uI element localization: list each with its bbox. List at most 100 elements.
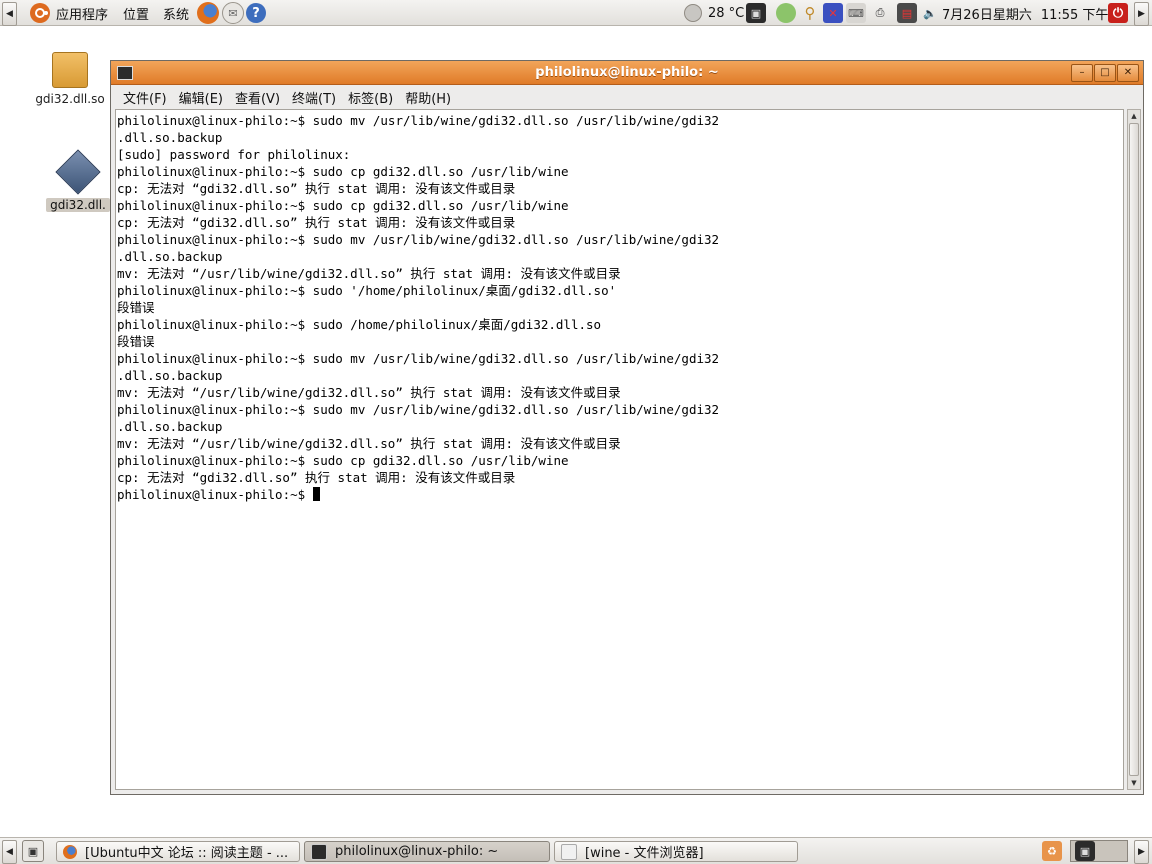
menu-terminal[interactable]: 终端(T): [286, 88, 342, 107]
terminal-line: philolinux@linux-philo:~$ sudo mv /usr/l…: [117, 351, 720, 366]
desktop-icon-gdi32-exe[interactable]: gdi32.dll.: [46, 149, 110, 212]
temperature-label: 28 °C: [708, 5, 745, 21]
scroll-up-arrow-icon[interactable]: ▲: [1128, 110, 1140, 122]
terminal-line: 段错误: [117, 334, 155, 349]
search-icon: ⚲: [804, 4, 816, 22]
show-desktop-button[interactable]: ▣: [22, 838, 44, 864]
show-desktop-icon: ▣: [22, 840, 44, 862]
terminal-line: 段错误: [117, 300, 155, 315]
system-monitor-icon: ▤: [897, 3, 917, 23]
menu-tabs[interactable]: 标签(B): [342, 88, 399, 107]
volume-tray[interactable]: 🔈: [920, 0, 940, 26]
terminal-line: .dll.so.backup: [117, 419, 223, 434]
ubuntu-logo-icon: [30, 3, 50, 23]
menu-view[interactable]: 查看(V): [229, 88, 286, 107]
printer-icon: ⎙: [875, 6, 885, 19]
menu-edit[interactable]: 编辑(E): [173, 88, 229, 107]
clock-applet[interactable]: 7月26日星期六 11:55 下午: [942, 0, 1108, 26]
terminal-icon: [311, 843, 327, 860]
terminal-line: cp: 无法对 “gdi32.dll.so” 执行 stat 调用: 没有该文件…: [117, 470, 516, 485]
applications-menu-label: 应用程序: [56, 7, 109, 23]
terminal-output[interactable]: philolinux@linux-philo:~$ sudo mv /usr/l…: [115, 109, 1124, 790]
time-label: 11:55 下午: [1040, 7, 1109, 23]
system-menu-label: 系统: [163, 7, 190, 23]
terminal-line: philolinux@linux-philo:~$ sudo '/home/ph…: [117, 283, 617, 298]
terminal-line: philolinux@linux-philo:~$ sudo mv /usr/l…: [117, 232, 720, 247]
taskbar-item-label: philolinux@linux-philo: ~: [335, 844, 499, 859]
app-icon: ✕: [823, 3, 843, 23]
shutdown-button[interactable]: ⏻: [1108, 0, 1128, 26]
places-menu-label: 位置: [123, 7, 150, 23]
top-panel: ◀ 应用程序 位置 系统 ✉ ? 28 °C ▣ ⚲ ✕ ⌨ ⎙ ▤ 🔈 7月2…: [0, 0, 1152, 26]
keyboard-icon: ⌨: [846, 3, 866, 23]
monitor-tray[interactable]: ▤: [897, 0, 917, 26]
taskbar-item-terminal[interactable]: philolinux@linux-philo: ~: [304, 841, 550, 862]
scrollbar-thumb[interactable]: [1129, 123, 1139, 776]
window-titlebar[interactable]: philolinux@linux-philo: ~ – □ ✕: [111, 61, 1143, 85]
panel-scroll-right-button[interactable]: ▶: [1134, 2, 1149, 26]
network-tray[interactable]: [776, 0, 796, 26]
terminal-line: mv: 无法对 “/usr/lib/wine/gdi32.dll.so” 执行 …: [117, 385, 621, 400]
terminal-text: philolinux@linux-philo:~$ sudo mv /usr/l…: [116, 110, 1123, 503]
weather-icon: [684, 4, 702, 22]
date-label: 7月26日星期六: [942, 7, 1032, 23]
taskbar-item-file-browser[interactable]: [wine - 文件浏览器]: [554, 841, 798, 862]
scroll-down-arrow-icon[interactable]: ▼: [1128, 777, 1140, 789]
search-tray[interactable]: ⚲: [800, 0, 820, 26]
mail-icon: ✉: [222, 2, 244, 24]
terminal-tray[interactable]: ▣: [746, 0, 766, 26]
keyboard-tray[interactable]: ⌨: [846, 0, 866, 26]
workspace-window-icon: ▣: [1075, 841, 1095, 861]
executable-icon: [55, 149, 101, 195]
help-launcher[interactable]: ?: [246, 0, 266, 26]
window-menubar: 文件(F) 编辑(E) 查看(V) 终端(T) 标签(B) 帮助(H): [111, 85, 1143, 109]
firefox-icon: [63, 844, 77, 859]
applications-menu[interactable]: 应用程序: [30, 0, 108, 26]
taskbar-scroll-left-button[interactable]: ◀: [2, 840, 17, 864]
system-menu[interactable]: 系统: [163, 0, 189, 26]
terminal-line: mv: 无法对 “/usr/lib/wine/gdi32.dll.so” 执行 …: [117, 436, 621, 451]
workspace-switcher[interactable]: ▣: [1070, 838, 1128, 864]
terminal-scrollbar[interactable]: ▲ ▼: [1127, 109, 1141, 790]
terminal-line: philolinux@linux-philo:~$ sudo cp gdi32.…: [117, 164, 569, 179]
terminal-line: cp: 无法对 “gdi32.dll.so” 执行 stat 调用: 没有该文件…: [117, 181, 516, 196]
terminal-line: .dll.so.backup: [117, 249, 223, 264]
close-button[interactable]: ✕: [1117, 64, 1139, 82]
panel-scroll-left-button[interactable]: ◀: [2, 2, 17, 26]
app-tray[interactable]: ✕: [823, 0, 843, 26]
network-icon: [776, 3, 796, 23]
package-icon: [52, 52, 88, 88]
desktop-icon-gdi32-so[interactable]: gdi32.dll.so: [32, 52, 108, 106]
desktop-icon-label: gdi32.dll.so: [35, 92, 105, 106]
taskbar-item-browser[interactable]: [Ubuntu中文 论坛 :: 阅读主题 - ...: [56, 841, 300, 862]
window-title: philolinux@linux-philo: ~: [535, 65, 719, 80]
firefox-icon: [197, 2, 219, 24]
desktop-icon-label: gdi32.dll.: [46, 198, 110, 212]
terminal-line: philolinux@linux-philo:~$ sudo cp gdi32.…: [117, 453, 569, 468]
terminal-prompt: philolinux@linux-philo:~$: [117, 487, 313, 502]
trash-icon: ♻: [1042, 841, 1062, 861]
terminal-line: philolinux@linux-philo:~$ sudo mv /usr/l…: [117, 402, 720, 417]
workspace-switcher-panel: ▣: [1070, 840, 1128, 862]
power-icon: ⏻: [1108, 3, 1128, 23]
maximize-button[interactable]: □: [1094, 64, 1116, 82]
terminal-prompt-line: philolinux@linux-philo:~$: [117, 486, 1123, 503]
terminal-line: philolinux@linux-philo:~$ sudo mv /usr/l…: [117, 113, 720, 128]
firefox-launcher[interactable]: [197, 0, 219, 26]
terminal-line: .dll.so.backup: [117, 130, 223, 145]
terminal-line: philolinux@linux-philo:~$ sudo /home/phi…: [117, 317, 602, 332]
weather-applet[interactable]: 28 °C: [684, 0, 744, 26]
places-menu[interactable]: 位置: [123, 0, 149, 26]
printer-tray[interactable]: ⎙: [870, 0, 890, 26]
terminal-line: .dll.so.backup: [117, 368, 223, 383]
taskbar-item-label: [wine - 文件浏览器]: [585, 846, 704, 861]
mail-launcher[interactable]: ✉: [222, 0, 244, 26]
minimize-button[interactable]: –: [1071, 64, 1093, 82]
taskbar-scroll-right-button[interactable]: ▶: [1134, 840, 1149, 864]
terminal-window: philolinux@linux-philo: ~ – □ ✕ 文件(F) 编辑…: [110, 60, 1144, 795]
menu-help[interactable]: 帮助(H): [399, 88, 457, 107]
terminal-line: mv: 无法对 “/usr/lib/wine/gdi32.dll.so” 执行 …: [117, 266, 621, 281]
menu-file[interactable]: 文件(F): [117, 88, 173, 107]
trash-button[interactable]: ♻: [1042, 838, 1062, 864]
taskbar-item-label: [Ubuntu中文 论坛 :: 阅读主题 - ...: [85, 846, 289, 861]
